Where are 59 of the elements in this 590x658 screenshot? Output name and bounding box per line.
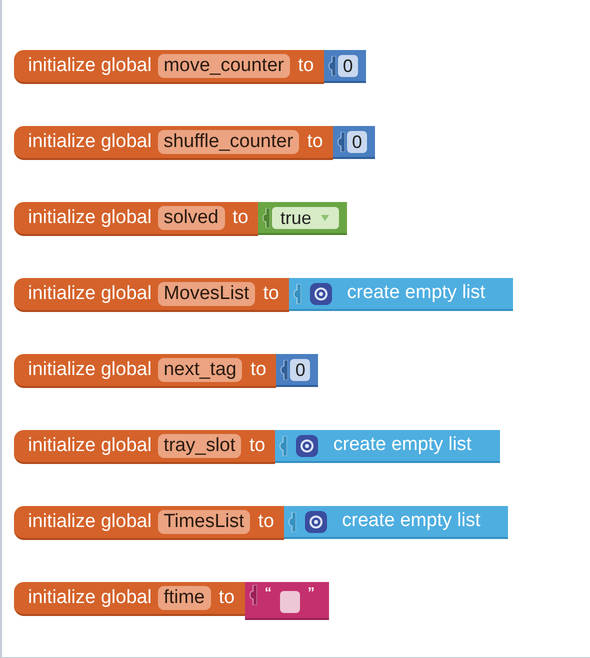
block-label: initialize global	[28, 434, 152, 458]
number-value[interactable]: 0	[347, 130, 368, 152]
close-quote: ”	[308, 585, 315, 599]
variable-name-field[interactable]: ftime	[158, 586, 211, 610]
variable-name-field[interactable]: next_tag	[158, 358, 242, 382]
number-value[interactable]: 0	[338, 54, 358, 76]
socket-icon	[335, 132, 346, 152]
variable-name-field[interactable]: move_counter	[158, 54, 290, 78]
block-label: initialize global	[28, 206, 152, 230]
number-block[interactable]: 0	[276, 354, 318, 387]
socket-icon	[326, 56, 336, 76]
block-label: initialize global	[28, 282, 152, 306]
open-quote: “	[264, 585, 272, 599]
block-label: to	[307, 130, 324, 154]
block-label: to	[250, 358, 266, 382]
variable-name-field[interactable]: solved	[158, 206, 224, 230]
initialize-global-block[interactable]: initialize global ftime to	[14, 582, 245, 616]
initialize-global-block[interactable]: initialize global solved to	[14, 202, 258, 236]
socket-icon	[277, 436, 288, 456]
initialize-global-block[interactable]: initialize global shuffle_counter to	[14, 126, 334, 160]
variable-name-field[interactable]: tray_slot	[158, 434, 242, 458]
boolean-dropdown[interactable]: true	[272, 206, 340, 228]
block-label: initialize global	[28, 358, 152, 382]
block-label: initialize global	[28, 130, 152, 154]
block-label: create empty list	[346, 281, 486, 306]
boolean-block[interactable]: true	[258, 202, 348, 235]
socket-icon	[278, 360, 288, 380]
number-block[interactable]: 0	[333, 126, 376, 159]
text-block[interactable]: “ ”	[244, 582, 329, 620]
gear-icon[interactable]	[304, 510, 328, 534]
initialize-global-block[interactable]: initialize global tray_slot to	[14, 430, 276, 464]
socket-icon	[260, 208, 270, 228]
block-label: initialize global	[28, 510, 152, 534]
string-field[interactable]	[280, 591, 300, 613]
block-label: initialize global	[28, 54, 152, 78]
block-label: to	[249, 434, 266, 458]
block-label: to	[263, 282, 279, 306]
block-label: to	[232, 206, 248, 230]
number-block[interactable]: 0	[324, 50, 366, 83]
initialize-global-block[interactable]: initialize global move_counter to	[14, 50, 324, 84]
variable-name-field[interactable]: MovesList	[158, 282, 256, 306]
gear-icon[interactable]	[308, 282, 333, 306]
initialize-global-block[interactable]: initialize global TimesList to	[14, 506, 284, 540]
dropdown-arrow-icon	[321, 214, 330, 220]
initialize-global-block[interactable]: initialize global next_tag to	[14, 354, 276, 388]
socket-icon	[290, 284, 301, 304]
block-label: to	[298, 54, 314, 78]
block-label: to	[218, 586, 235, 610]
block-label: create empty list	[342, 509, 480, 534]
block-label: create empty list	[333, 433, 472, 458]
variable-name-field[interactable]: TimesList	[158, 510, 250, 534]
initialize-global-block[interactable]: initialize global MovesList to	[14, 278, 289, 312]
gear-icon[interactable]	[295, 434, 320, 458]
number-value[interactable]: 0	[290, 358, 310, 380]
socket-icon	[246, 585, 257, 605]
block-label: initialize global	[28, 586, 152, 610]
variable-name-field[interactable]: shuffle_counter	[158, 130, 300, 154]
socket-icon	[286, 512, 296, 532]
block-label: to	[258, 510, 274, 534]
